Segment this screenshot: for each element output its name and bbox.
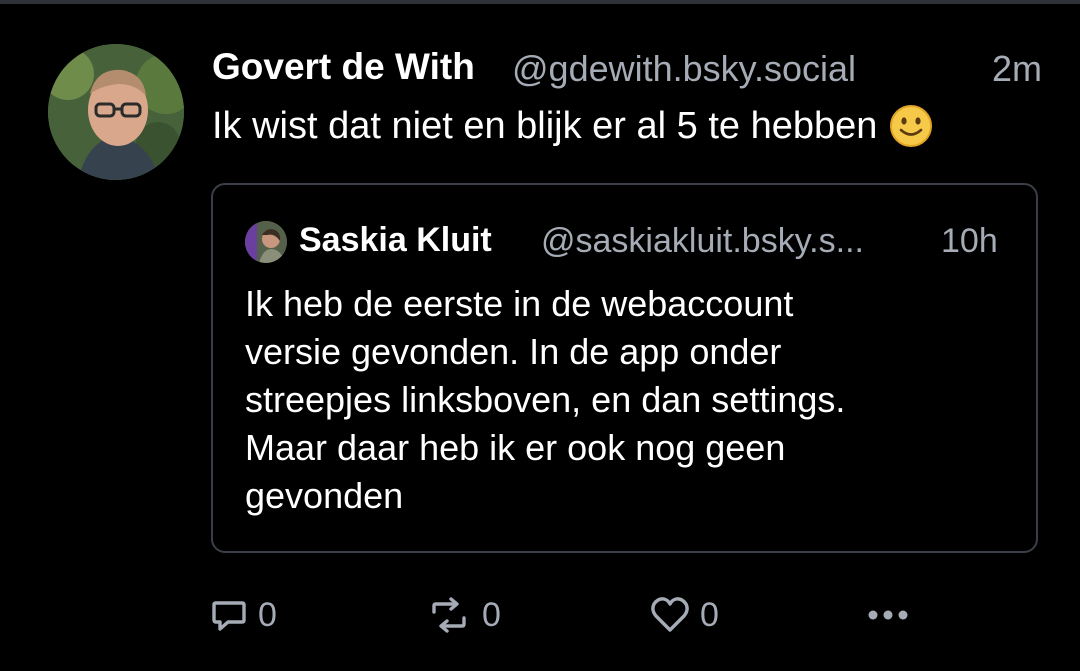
like-button[interactable]: 0 <box>650 590 719 640</box>
quote-author-handle[interactable]: @saskiakluit.bsky.s... <box>541 222 864 261</box>
quote-author-avatar[interactable] <box>245 221 287 263</box>
reply-count: 0 <box>258 595 277 634</box>
post-header: Govert de With @gdewith.bsky.social 2m <box>212 42 1042 92</box>
post-body: Ik wist dat niet en blijk er al 5 te heb… <box>212 104 933 148</box>
author-handle[interactable]: @gdewith.bsky.social <box>512 48 856 90</box>
like-count: 0 <box>700 595 719 634</box>
quote-text-line: versie gevonden. In de app onder <box>245 331 782 372</box>
more-options-button[interactable] <box>866 590 910 640</box>
repost-count: 0 <box>482 595 501 634</box>
repost-button[interactable]: 0 <box>426 590 501 640</box>
post-actions: 0 0 0 <box>210 590 930 640</box>
post-card[interactable]: Govert de With @gdewith.bsky.social 2m I… <box>0 4 1080 671</box>
post-timestamp[interactable]: 2m <box>992 48 1042 90</box>
reply-icon <box>210 596 248 634</box>
more-icon <box>866 605 910 625</box>
reply-button[interactable]: 0 <box>210 590 277 640</box>
slightly-smiling-face-icon <box>889 104 933 148</box>
repost-icon <box>426 596 472 634</box>
quote-text-line: gevonden <box>245 475 404 516</box>
heart-icon <box>650 596 690 634</box>
quote-author-name[interactable]: Saskia Kluit <box>299 221 492 260</box>
author-avatar[interactable] <box>48 44 184 180</box>
quote-avatar-image <box>245 221 287 263</box>
quote-text-line: Ik heb de eerste in de webaccount <box>245 283 794 324</box>
author-name[interactable]: Govert de With <box>212 46 475 88</box>
quoted-post[interactable]: Saskia Kluit @saskiakluit.bsky.s... 10h … <box>211 183 1038 553</box>
author-avatar-image <box>48 44 184 180</box>
quote-text-line: Maar daar heb ik er ook nog geen <box>245 427 786 468</box>
quote-text: Ik heb de eerste in de webaccount versie… <box>245 280 1015 520</box>
quote-timestamp[interactable]: 10h <box>941 222 998 261</box>
post-text: Ik wist dat niet en blijk er al 5 te heb… <box>212 104 878 147</box>
quote-text-line: streepjes linksboven, en dan settings. <box>245 379 846 420</box>
